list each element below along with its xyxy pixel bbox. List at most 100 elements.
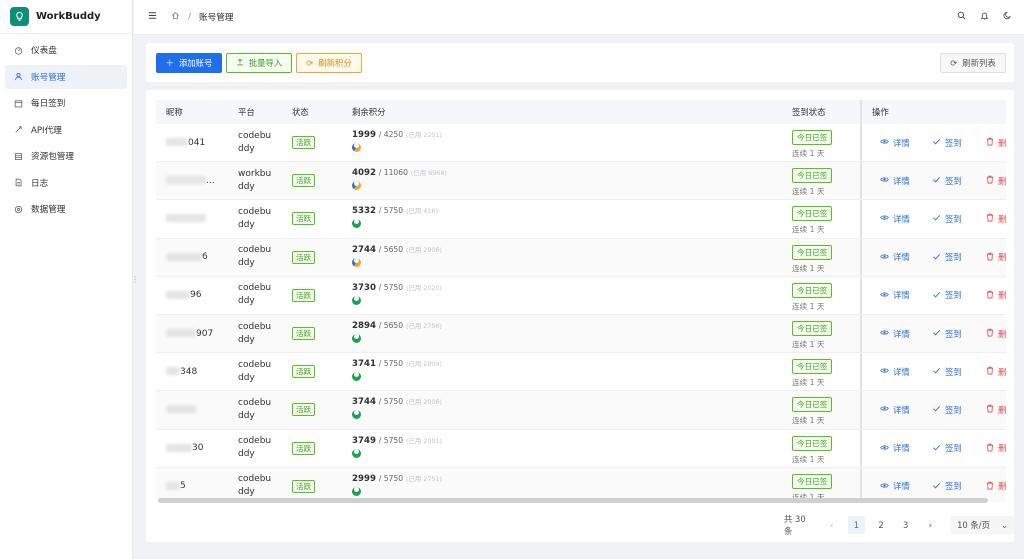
home-icon[interactable] — [171, 11, 180, 23]
trash-icon — [986, 175, 994, 186]
detail-button[interactable]: 详情 — [880, 328, 910, 340]
points-cell: 2894 / 5650 (已用 2756) — [352, 321, 442, 343]
moon-icon[interactable] — [1003, 11, 1012, 23]
delete-label: 删 — [998, 213, 1006, 224]
delete-button[interactable]: 删 — [986, 137, 1006, 149]
sidebar-item-2[interactable]: 每日签到 — [5, 91, 127, 115]
refresh-points-button[interactable]: ⟳ 刷新积分 — [296, 53, 362, 73]
delete-button[interactable]: 删 — [986, 442, 1006, 454]
sign-in-button[interactable]: 签到 — [932, 175, 962, 187]
platform-line-1: codebu — [238, 283, 272, 294]
refresh-list-button[interactable]: ⟳ 刷新列表 — [940, 53, 1006, 73]
bulb-icon — [10, 7, 29, 26]
brand[interactable]: WorkBuddy — [0, 0, 132, 34]
account-name: 907 — [166, 329, 213, 339]
sign-in-button[interactable]: 签到 — [932, 328, 962, 340]
check-icon — [932, 404, 941, 415]
sidebar-resize-handle[interactable]: ⋮ — [131, 275, 139, 285]
sidebar-item-3[interactable]: API代理 — [5, 118, 127, 142]
page-3-button[interactable]: 3 — [897, 516, 915, 534]
delete-label: 删 — [998, 175, 1006, 186]
prev-page-button[interactable]: ‹ — [823, 516, 841, 534]
sidebar-item-0[interactable]: 仪表盘 — [5, 38, 127, 62]
sign-in-button[interactable]: 签到 — [932, 213, 962, 225]
delete-button[interactable]: 删 — [986, 289, 1006, 301]
sign-in-button[interactable]: 签到 — [932, 251, 962, 263]
next-page-button[interactable]: › — [921, 516, 939, 534]
delete-button[interactable]: 删 — [986, 213, 1006, 225]
sidebar-item-label: 仪表盘 — [31, 46, 57, 56]
actions-cell: 详情 签到 删 — [860, 314, 1006, 353]
sidebar-item-4[interactable]: 资源包管理 — [5, 144, 127, 168]
detail-button[interactable]: 详情 — [880, 366, 910, 378]
delete-button[interactable]: 删 — [986, 175, 1006, 187]
detail-button[interactable]: 详情 — [880, 404, 910, 416]
trash-icon — [986, 137, 994, 148]
detail-button[interactable]: 详情 — [880, 175, 910, 187]
horizontal-scrollbar[interactable] — [158, 498, 988, 503]
bell-icon[interactable] — [980, 11, 989, 23]
detail-button[interactable]: 详情 — [880, 251, 910, 263]
search-icon[interactable] — [957, 11, 966, 23]
total-points: / 11060 — [378, 168, 408, 178]
bulk-import-button[interactable]: 批量导入 — [226, 53, 292, 73]
sign-streak: 连续 1 天 — [792, 454, 825, 464]
eye-icon — [880, 137, 889, 148]
sidebar-item-5[interactable]: 日志 — [5, 171, 127, 195]
delete-button[interactable]: 删 — [986, 366, 1006, 378]
remaining-points: 3730 — [352, 282, 376, 293]
page-1-button[interactable]: 1 — [847, 516, 866, 534]
refresh-icon: ⟳ — [306, 58, 314, 68]
detail-label: 详情 — [893, 213, 910, 224]
signed-today-badge: 今日已签 — [792, 206, 833, 222]
redacted-name — [166, 481, 180, 490]
total-points: / 5750 — [378, 206, 404, 216]
detail-button[interactable]: 详情 — [880, 289, 910, 301]
sign-in-label: 签到 — [945, 366, 962, 377]
platform-line-1: codebu — [238, 130, 272, 141]
detail-button[interactable]: 详情 — [880, 213, 910, 225]
platform-line-2: ddy — [238, 410, 255, 421]
eye-icon — [880, 328, 889, 339]
sign-in-button[interactable]: 签到 — [932, 442, 962, 454]
sign-cell: 今日已签连续 1 天 — [792, 206, 833, 235]
detail-label: 详情 — [893, 404, 910, 415]
usage-ring-icon — [352, 181, 361, 191]
trash-icon — [986, 404, 994, 415]
check-icon — [932, 290, 941, 301]
sidebar-item-6[interactable]: 数据管理 — [5, 197, 127, 221]
remaining-points: 2999 — [352, 473, 376, 484]
sign-in-button[interactable]: 签到 — [932, 480, 962, 492]
user-icon — [13, 72, 23, 81]
signed-today-badge: 今日已签 — [792, 168, 833, 184]
account-name: 30 — [166, 443, 203, 453]
sign-in-button[interactable]: 签到 — [932, 404, 962, 416]
sidebar-item-1[interactable]: 账号管理 — [5, 64, 127, 89]
sign-in-button[interactable]: 签到 — [932, 366, 962, 378]
menu-toggle-icon[interactable] — [148, 11, 157, 23]
delete-button[interactable]: 删 — [986, 480, 1006, 492]
detail-label: 详情 — [893, 328, 910, 339]
delete-button[interactable]: 删 — [986, 328, 1006, 340]
eye-icon — [880, 213, 889, 224]
detail-button[interactable]: 详情 — [880, 137, 910, 149]
points-cell: 1999 / 4250 (已用 2251) — [352, 130, 442, 152]
delete-button[interactable]: 删 — [986, 251, 1006, 263]
sidebar-item-label: 账号管理 — [31, 72, 66, 83]
detail-button[interactable]: 详情 — [880, 442, 910, 454]
detail-button[interactable]: 详情 — [880, 480, 910, 492]
sign-in-button[interactable]: 签到 — [932, 289, 962, 301]
accounts-table: 昵称 平台 状态 剩余积分 签到状态 操作 041 codebu ddy 活跃 1999… — [156, 100, 1006, 502]
check-icon — [932, 366, 941, 377]
table-row: 907 codebu ddy 活跃 2894 / 5650 (已用 2756) 今日已签连… — [156, 314, 1006, 354]
platform: codebu ddy — [238, 473, 271, 499]
column-header-name: 昵称 — [166, 107, 183, 117]
redacted-name — [166, 138, 188, 147]
sign-in-button[interactable]: 签到 — [932, 137, 962, 149]
add-account-button[interactable]: ＋ 添加账号 — [156, 53, 222, 73]
page-2-button[interactable]: 2 — [872, 516, 890, 534]
signed-today-badge: 今日已签 — [792, 244, 833, 260]
total-points: / 5750 — [378, 282, 404, 292]
delete-button[interactable]: 删 — [986, 404, 1006, 416]
page-size-select[interactable]: 10 条/页 ⌄ — [951, 516, 1014, 534]
